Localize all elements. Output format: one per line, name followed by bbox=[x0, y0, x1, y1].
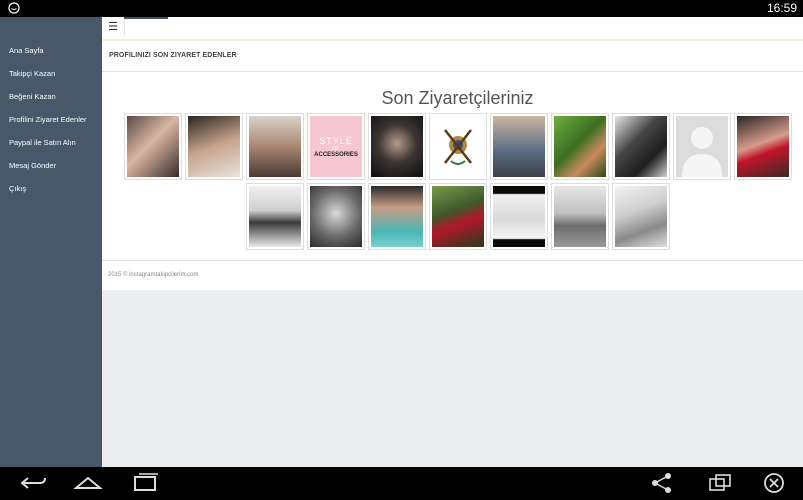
sidebar-item-profilini-ziyaret-edenler[interactable]: Profilini Ziyaret Edenler bbox=[0, 108, 102, 131]
default-avatar-icon bbox=[682, 127, 722, 177]
chat-bubble-icon bbox=[8, 2, 20, 14]
sidebar-item-mesaj-gonder[interactable]: Mesaj Gönder bbox=[0, 154, 102, 177]
visitor-photo[interactable] bbox=[612, 183, 670, 250]
close-icon[interactable] bbox=[759, 472, 789, 494]
status-bar: 16:59 bbox=[0, 0, 803, 17]
style-tile-line3: ACCESSORIES bbox=[314, 151, 358, 158]
emblem-icon bbox=[444, 128, 472, 165]
clock: 16:59 bbox=[766, 1, 797, 15]
sidebar-item-takipci-kazan[interactable]: Takipçi Kazan bbox=[0, 62, 102, 85]
sidebar-item-cikis[interactable]: Çıkış bbox=[0, 177, 102, 200]
visitors-heading: Son Ziyaretçileriniz bbox=[381, 88, 534, 108]
footer: 2015 © instagramtakipcilerim.com bbox=[102, 261, 803, 290]
visitor-photo[interactable] bbox=[490, 113, 548, 180]
section-title: PROFILINIZI SON ZIYARET EDENLER bbox=[109, 52, 237, 59]
sidebar: Ana Sayfa Takipçi Kazan Beğeni Kazan Pro… bbox=[0, 17, 102, 467]
share-icon[interactable] bbox=[647, 472, 677, 494]
visitor-photo[interactable] bbox=[429, 183, 487, 250]
sidebar-item-paypal[interactable]: Paypal ile Satın Alın bbox=[0, 131, 102, 154]
hamburger-menu-icon[interactable]: ☰ bbox=[102, 17, 124, 39]
top-bar: ☰ bbox=[102, 17, 803, 39]
visitor-photo[interactable] bbox=[124, 113, 182, 180]
visitor-photo[interactable] bbox=[612, 113, 670, 180]
visitor-photo[interactable] bbox=[490, 183, 548, 250]
style-tile-line1: STYLE bbox=[319, 135, 353, 146]
topbar-divider bbox=[124, 19, 125, 37]
home-icon[interactable] bbox=[73, 472, 103, 494]
visitor-photo[interactable] bbox=[551, 113, 609, 180]
visitor-photo[interactable] bbox=[246, 113, 304, 180]
section-header: PROFILINIZI SON ZIYARET EDENLER bbox=[102, 41, 803, 72]
sidebar-item-ana-sayfa[interactable]: Ana Sayfa bbox=[0, 39, 102, 62]
visitor-photo[interactable] bbox=[429, 113, 487, 180]
visitor-photo[interactable] bbox=[307, 183, 365, 250]
window-mode-icon[interactable] bbox=[705, 472, 735, 494]
visitor-photo[interactable] bbox=[246, 183, 304, 250]
visitors-panel: Son Ziyaretçileriniz STYLE OF ACCESSORIE… bbox=[102, 72, 803, 260]
visitor-photo-placeholder[interactable] bbox=[673, 113, 731, 180]
back-icon[interactable] bbox=[18, 472, 48, 494]
visitor-photo[interactable]: STYLE OF ACCESSORIES bbox=[307, 113, 365, 180]
android-nav-bar bbox=[0, 467, 803, 500]
visitor-photo[interactable] bbox=[551, 183, 609, 250]
recent-apps-icon[interactable] bbox=[131, 472, 161, 494]
visitor-photo[interactable] bbox=[734, 113, 792, 180]
sidebar-menu: Ana Sayfa Takipçi Kazan Beğeni Kazan Pro… bbox=[0, 39, 102, 200]
visitor-photo[interactable] bbox=[368, 183, 426, 250]
footer-copyright: 2015 © instagramtakipcilerim.com bbox=[108, 272, 199, 278]
main-content: ☰ PROFILINIZI SON ZIYARET EDENLER Son Zi… bbox=[102, 17, 803, 467]
visitor-photo[interactable] bbox=[368, 113, 426, 180]
sidebar-item-begeni-kazan[interactable]: Beğeni Kazan bbox=[0, 85, 102, 108]
visitor-photo[interactable] bbox=[185, 113, 243, 180]
